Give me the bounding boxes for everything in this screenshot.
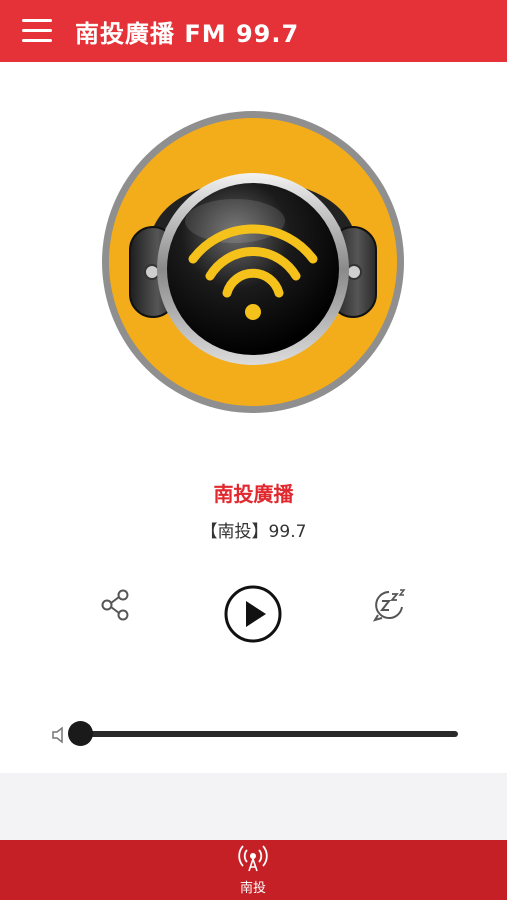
share-icon[interactable] [99, 588, 133, 622]
app-header: 南投廣播 FM 99.7 [0, 0, 507, 62]
tab-nantou[interactable]: 南投 [213, 840, 293, 900]
app-title: 南投廣播 FM 99.7 [75, 20, 300, 48]
speaker-icon [52, 726, 63, 744]
volume-slider-thumb[interactable] [67, 721, 93, 746]
play-button[interactable] [223, 584, 283, 644]
radio-broadcast-icon [238, 845, 268, 872]
station-name: 南投廣播 [213, 482, 294, 506]
hamburger-menu-icon[interactable] [22, 17, 52, 43]
bottom-tab-bar: 南投 [0, 840, 507, 900]
station-logo [102, 111, 404, 413]
station-frequency: 【南投】99.7 [200, 522, 307, 542]
volume-slider[interactable] [80, 731, 458, 737]
sleep-timer-icon[interactable] [372, 588, 408, 622]
tab-label: 南投 [239, 881, 266, 896]
content-divider [0, 773, 507, 840]
